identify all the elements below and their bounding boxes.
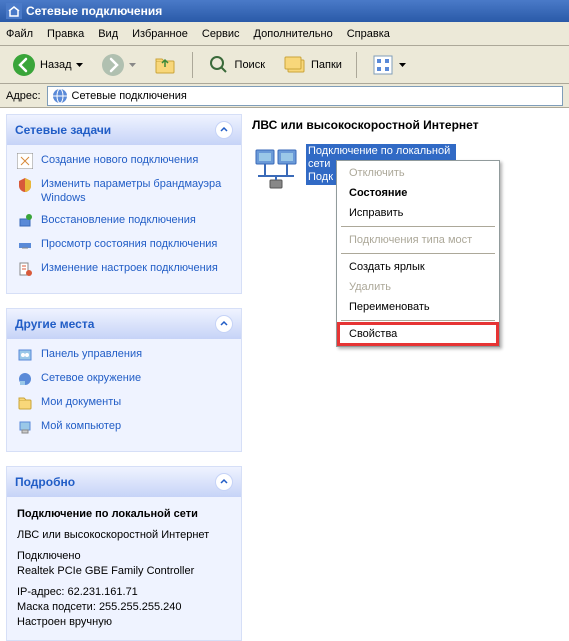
menu-view[interactable]: Вид bbox=[98, 28, 118, 40]
place-documents[interactable]: Мои документы bbox=[17, 395, 231, 411]
details-mode: Настроен вручную bbox=[17, 615, 231, 630]
menu-shortcut[interactable]: Создать ярлык bbox=[339, 257, 497, 277]
folder-up-icon bbox=[154, 53, 178, 77]
task-repair[interactable]: Восстановление подключения bbox=[17, 213, 231, 229]
menu-bridge[interactable]: Подключения типа мост bbox=[339, 230, 497, 250]
settings-icon bbox=[17, 261, 33, 277]
menu-disable[interactable]: Отключить bbox=[339, 163, 497, 183]
window-titlebar: Сетевые подключения bbox=[0, 0, 569, 22]
control-panel-icon bbox=[17, 347, 33, 363]
window-icon bbox=[6, 3, 22, 19]
menu-rename[interactable]: Переименовать bbox=[339, 297, 497, 317]
tasks-panel-header[interactable]: Сетевые задачи bbox=[7, 115, 241, 145]
details-adapter: Realtek PCIe GBE Family Controller bbox=[17, 564, 231, 579]
collapse-icon bbox=[215, 315, 233, 333]
lan-connection-icon bbox=[252, 144, 300, 192]
places-panel: Другие места Панель управления Сетевое о… bbox=[6, 308, 242, 452]
menu-repair[interactable]: Исправить bbox=[339, 203, 497, 223]
menu-edit[interactable]: Правка bbox=[47, 28, 84, 40]
back-button[interactable]: Назад bbox=[6, 49, 89, 81]
menu-properties[interactable]: Свойства bbox=[339, 324, 497, 344]
section-header: ЛВС или высокоскоростной Интернет bbox=[252, 118, 565, 132]
details-panel: Подробно Подключение по локальной сети Л… bbox=[6, 466, 242, 641]
folders-icon bbox=[283, 53, 307, 77]
places-panel-header[interactable]: Другие места bbox=[7, 309, 241, 339]
wizard-icon bbox=[17, 153, 33, 169]
task-settings[interactable]: Изменение настроек подключения bbox=[17, 261, 231, 277]
menu-service[interactable]: Сервис bbox=[202, 28, 240, 40]
collapse-icon bbox=[215, 473, 233, 491]
details-type: ЛВС или высокоскоростной Интернет bbox=[17, 528, 231, 543]
place-network[interactable]: Сетевое окружение bbox=[17, 371, 231, 387]
details-ip: 62.231.161.71 bbox=[67, 586, 137, 598]
tasks-panel: Сетевые задачи Создание нового подключен… bbox=[6, 114, 242, 294]
task-status[interactable]: Просмотр состояния подключения bbox=[17, 237, 231, 253]
folders-button[interactable]: Папки bbox=[277, 49, 348, 81]
menu-advanced[interactable]: Дополнительно bbox=[254, 28, 333, 40]
up-button[interactable] bbox=[148, 49, 184, 81]
menu-status[interactable]: Состояние bbox=[339, 183, 497, 203]
back-icon bbox=[12, 53, 36, 77]
dropdown-icon bbox=[129, 63, 136, 67]
repair-icon bbox=[17, 213, 33, 229]
place-control-panel[interactable]: Панель управления bbox=[17, 347, 231, 363]
status-icon bbox=[17, 237, 33, 253]
address-input[interactable]: Сетевые подключения bbox=[47, 86, 563, 106]
search-icon bbox=[207, 53, 231, 77]
window-title: Сетевые подключения bbox=[26, 4, 162, 18]
address-bar: Адрес: Сетевые подключения bbox=[0, 84, 569, 108]
task-new-connection[interactable]: Создание нового подключения bbox=[17, 153, 231, 169]
collapse-icon bbox=[215, 121, 233, 139]
sidebar: Сетевые задачи Создание нового подключен… bbox=[0, 108, 248, 640]
network-icon bbox=[52, 88, 68, 104]
menubar: Файл Правка Вид Избранное Сервис Дополни… bbox=[0, 22, 569, 46]
forward-icon bbox=[101, 53, 125, 77]
folder-icon bbox=[17, 395, 33, 411]
context-menu: Отключить Состояние Исправить Подключени… bbox=[336, 160, 500, 347]
toolbar: Назад Поиск Папки bbox=[0, 46, 569, 84]
shield-icon bbox=[17, 177, 33, 193]
address-label: Адрес: bbox=[6, 90, 41, 102]
menu-favorites[interactable]: Избранное bbox=[132, 28, 188, 40]
menu-help[interactable]: Справка bbox=[347, 28, 390, 40]
menu-file[interactable]: Файл bbox=[6, 28, 33, 40]
details-mask: 255.255.255.240 bbox=[99, 601, 182, 613]
details-panel-header[interactable]: Подробно bbox=[7, 467, 241, 497]
network-places-icon bbox=[17, 371, 33, 387]
dropdown-icon bbox=[76, 63, 83, 67]
details-status: Подключено bbox=[17, 549, 231, 564]
dropdown-icon bbox=[399, 63, 406, 67]
computer-icon bbox=[17, 419, 33, 435]
place-computer[interactable]: Мой компьютер bbox=[17, 419, 231, 435]
views-button[interactable] bbox=[365, 49, 412, 81]
search-button[interactable]: Поиск bbox=[201, 49, 271, 81]
task-firewall[interactable]: Изменить параметры брандмауэра Windows bbox=[17, 177, 231, 205]
forward-button[interactable] bbox=[95, 49, 142, 81]
menu-delete[interactable]: Удалить bbox=[339, 277, 497, 297]
views-icon bbox=[371, 53, 395, 77]
details-name: Подключение по локальной сети bbox=[17, 507, 231, 522]
